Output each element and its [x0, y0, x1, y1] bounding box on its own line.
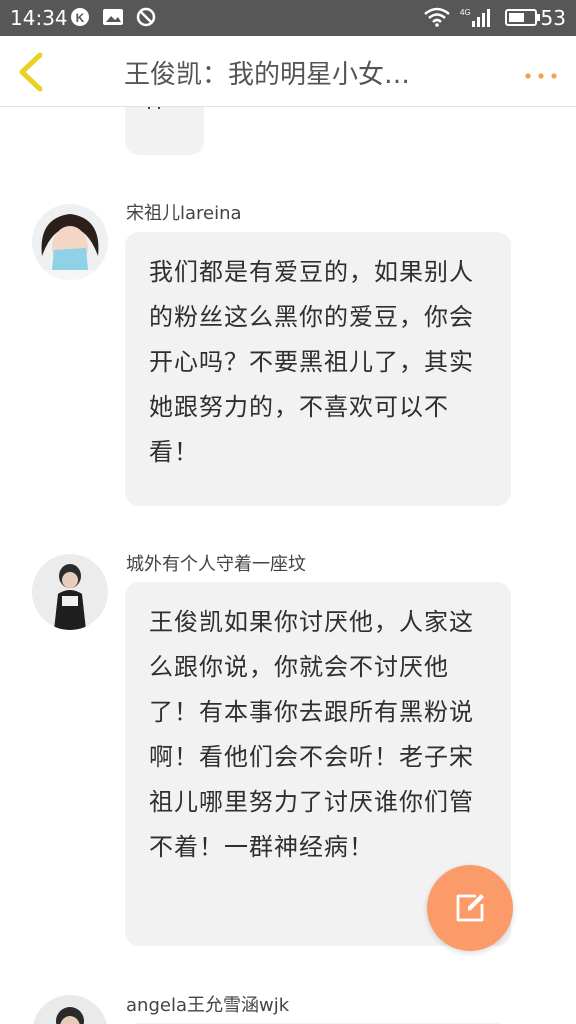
- signal-label: 4G: [460, 8, 471, 17]
- compose-icon: [456, 894, 484, 922]
- compose-button[interactable]: [427, 865, 513, 951]
- avatar[interactable]: [32, 554, 108, 630]
- user-avatar-image: [32, 554, 108, 630]
- more-dots-icon: [525, 73, 557, 79]
- partial-text-fragment: [148, 107, 160, 109]
- do-not-disturb-icon: [136, 7, 156, 27]
- page-title: 王俊凯：我的明星小女…: [124, 60, 411, 90]
- comment-username[interactable]: 宋祖儿lareina: [126, 199, 242, 225]
- comment-username[interactable]: 城外有个人守着一座坟: [126, 550, 306, 576]
- comment-text: 王俊凯如果你讨厌他，人家这么跟你说，你就会不讨厌他了！有本事你去跟所有黑粉说啊！…: [149, 608, 474, 861]
- header-bar: 王俊凯：我的明星小女…: [0, 36, 576, 107]
- comment-bubble[interactable]: 我们都是有爱豆的，如果别人的粉丝这么黑你的爱豆，你会开心吗？不要黑祖儿了，其实她…: [125, 232, 511, 506]
- previous-avatar-fragment: [52, 107, 92, 111]
- previous-comment-bubble: [125, 107, 204, 155]
- cell-signal-icon: 4G: [460, 7, 492, 27]
- user-avatar-image: [32, 204, 108, 280]
- image-notification-icon: [102, 7, 123, 27]
- more-button[interactable]: [524, 66, 558, 79]
- battery-level: 53: [540, 6, 566, 30]
- svg-text:K: K: [76, 11, 85, 25]
- k-app-icon: K: [70, 7, 90, 27]
- chevron-left-icon: [19, 52, 43, 92]
- avatar[interactable]: [32, 995, 108, 1024]
- status-time: 14:34: [10, 6, 68, 30]
- status-bar: 14:34 K 4G 53: [0, 0, 576, 36]
- user-avatar-image: [32, 995, 108, 1024]
- avatar[interactable]: [32, 204, 108, 280]
- battery-icon: [505, 7, 541, 27]
- comment-username[interactable]: angela王允雪涵wjk: [126, 991, 289, 1017]
- comment-text: 我们都是有爱豆的，如果别人的粉丝这么黑你的爱豆，你会开心吗？不要黑祖儿了，其实她…: [149, 258, 474, 466]
- back-button[interactable]: [14, 50, 50, 94]
- wifi-icon: [424, 7, 450, 27]
